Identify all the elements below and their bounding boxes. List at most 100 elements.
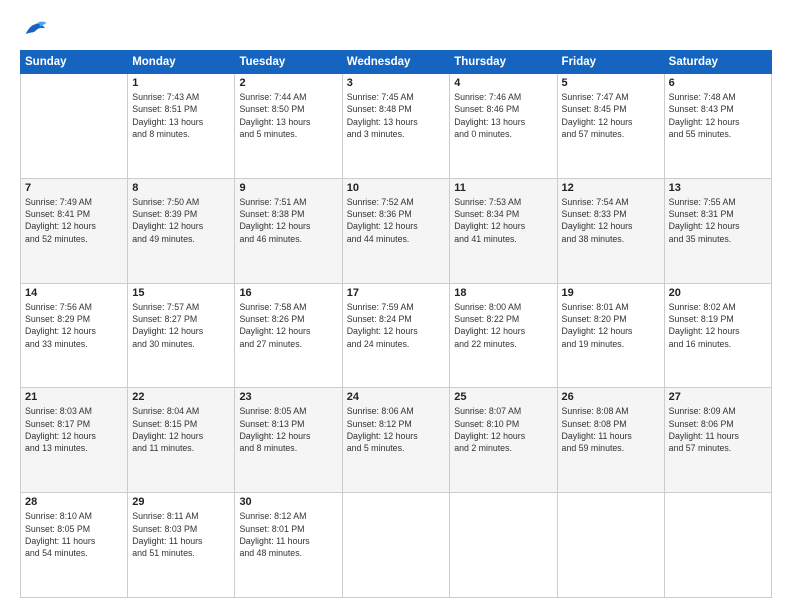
calendar-cell: 23 Sunrise: 8:05 AM Sunset: 8:13 PM Dayli… xyxy=(235,388,342,493)
calendar-cell: 11 Sunrise: 7:53 AM Sunset: 8:34 PM Dayli… xyxy=(450,178,557,283)
calendar-cell: 30 Sunrise: 8:12 AM Sunset: 8:01 PM Dayli… xyxy=(235,493,342,598)
day-number: 30 xyxy=(239,496,337,508)
calendar-cell: 22 Sunrise: 8:04 AM Sunset: 8:15 PM Dayli… xyxy=(128,388,235,493)
day-number: 1 xyxy=(132,77,230,89)
day-number: 21 xyxy=(25,391,123,403)
calendar-cell xyxy=(664,493,771,598)
calendar-cell xyxy=(342,493,450,598)
calendar-cell: 26 Sunrise: 8:08 AM Sunset: 8:08 PM Dayli… xyxy=(557,388,664,493)
day-number: 8 xyxy=(132,182,230,194)
day-number: 29 xyxy=(132,496,230,508)
day-info: Sunrise: 8:12 AM Sunset: 8:01 PM Dayligh… xyxy=(239,510,337,559)
calendar-cell: 25 Sunrise: 8:07 AM Sunset: 8:10 PM Dayli… xyxy=(450,388,557,493)
weekday-header-friday: Friday xyxy=(557,51,664,74)
day-number: 2 xyxy=(239,77,337,89)
day-number: 23 xyxy=(239,391,337,403)
day-info: Sunrise: 8:03 AM Sunset: 8:17 PM Dayligh… xyxy=(25,405,123,454)
calendar-cell: 8 Sunrise: 7:50 AM Sunset: 8:39 PM Daylig… xyxy=(128,178,235,283)
day-info: Sunrise: 7:52 AM Sunset: 8:36 PM Dayligh… xyxy=(347,196,446,245)
day-number: 9 xyxy=(239,182,337,194)
day-info: Sunrise: 7:56 AM Sunset: 8:29 PM Dayligh… xyxy=(25,301,123,350)
day-info: Sunrise: 8:08 AM Sunset: 8:08 PM Dayligh… xyxy=(562,405,660,454)
calendar-cell: 3Sunrise: 7:45 AM Sunset: 8:48 PM Daylig… xyxy=(342,74,450,179)
day-info: Sunrise: 7:46 AM Sunset: 8:46 PM Dayligh… xyxy=(454,91,552,140)
day-info: Sunrise: 8:05 AM Sunset: 8:13 PM Dayligh… xyxy=(239,405,337,454)
day-info: Sunrise: 8:09 AM Sunset: 8:06 PM Dayligh… xyxy=(669,405,767,454)
calendar-cell: 9 Sunrise: 7:51 AM Sunset: 8:38 PM Daylig… xyxy=(235,178,342,283)
day-info: Sunrise: 8:10 AM Sunset: 8:05 PM Dayligh… xyxy=(25,510,123,559)
calendar-cell: 12 Sunrise: 7:54 AM Sunset: 8:33 PM Dayli… xyxy=(557,178,664,283)
calendar-cell: 19Sunrise: 8:01 AM Sunset: 8:20 PM Dayli… xyxy=(557,283,664,388)
day-info: Sunrise: 7:54 AM Sunset: 8:33 PM Dayligh… xyxy=(562,196,660,245)
weekday-header-thursday: Thursday xyxy=(450,51,557,74)
calendar-cell: 7 Sunrise: 7:49 AM Sunset: 8:41 PM Daylig… xyxy=(21,178,128,283)
day-info: Sunrise: 7:49 AM Sunset: 8:41 PM Dayligh… xyxy=(25,196,123,245)
calendar-week-4: 21 Sunrise: 8:03 AM Sunset: 8:17 PM Dayli… xyxy=(21,388,772,493)
day-info: Sunrise: 7:55 AM Sunset: 8:31 PM Dayligh… xyxy=(669,196,767,245)
day-number: 11 xyxy=(454,182,552,194)
calendar-table: SundayMondayTuesdayWednesdayThursdayFrid… xyxy=(20,50,772,598)
calendar-cell: 24 Sunrise: 8:06 AM Sunset: 8:12 PM Dayli… xyxy=(342,388,450,493)
day-info: Sunrise: 8:06 AM Sunset: 8:12 PM Dayligh… xyxy=(347,405,446,454)
day-number: 27 xyxy=(669,391,767,403)
calendar-cell: 5Sunrise: 7:47 AM Sunset: 8:45 PM Daylig… xyxy=(557,74,664,179)
calendar-cell xyxy=(557,493,664,598)
calendar-cell: 10 Sunrise: 7:52 AM Sunset: 8:36 PM Dayli… xyxy=(342,178,450,283)
day-info: Sunrise: 8:00 AM Sunset: 8:22 PM Dayligh… xyxy=(454,301,552,350)
day-number: 24 xyxy=(347,391,446,403)
day-number: 16 xyxy=(239,287,337,299)
weekday-header-wednesday: Wednesday xyxy=(342,51,450,74)
day-number: 12 xyxy=(562,182,660,194)
calendar-cell: 2 Sunrise: 7:44 AM Sunset: 8:50 PM Daylig… xyxy=(235,74,342,179)
logo-bird-icon xyxy=(20,18,48,40)
day-number: 6 xyxy=(669,77,767,89)
weekday-header-tuesday: Tuesday xyxy=(235,51,342,74)
day-number: 15 xyxy=(132,287,230,299)
day-number: 26 xyxy=(562,391,660,403)
calendar-cell: 20 Sunrise: 8:02 AM Sunset: 8:19 PM Dayli… xyxy=(664,283,771,388)
calendar-week-1: 1 Sunrise: 7:43 AM Sunset: 8:51 PM Daylig… xyxy=(21,74,772,179)
day-number: 22 xyxy=(132,391,230,403)
day-number: 7 xyxy=(25,182,123,194)
weekday-header-saturday: Saturday xyxy=(664,51,771,74)
day-number: 19 xyxy=(562,287,660,299)
day-info: Sunrise: 8:11 AM Sunset: 8:03 PM Dayligh… xyxy=(132,510,230,559)
day-info: Sunrise: 8:07 AM Sunset: 8:10 PM Dayligh… xyxy=(454,405,552,454)
page-header xyxy=(20,18,772,40)
weekday-header-row: SundayMondayTuesdayWednesdayThursdayFrid… xyxy=(21,51,772,74)
calendar-cell: 15 Sunrise: 7:57 AM Sunset: 8:27 PM Dayli… xyxy=(128,283,235,388)
calendar-week-2: 7 Sunrise: 7:49 AM Sunset: 8:41 PM Daylig… xyxy=(21,178,772,283)
calendar-week-5: 28 Sunrise: 8:10 AM Sunset: 8:05 PM Dayli… xyxy=(21,493,772,598)
day-info: Sunrise: 8:04 AM Sunset: 8:15 PM Dayligh… xyxy=(132,405,230,454)
day-number: 10 xyxy=(347,182,446,194)
calendar-cell: 29 Sunrise: 8:11 AM Sunset: 8:03 PM Dayli… xyxy=(128,493,235,598)
day-number: 14 xyxy=(25,287,123,299)
day-number: 13 xyxy=(669,182,767,194)
calendar-cell xyxy=(21,74,128,179)
day-number: 17 xyxy=(347,287,446,299)
weekday-header-sunday: Sunday xyxy=(21,51,128,74)
day-info: Sunrise: 7:44 AM Sunset: 8:50 PM Dayligh… xyxy=(239,91,337,140)
calendar-cell: 1 Sunrise: 7:43 AM Sunset: 8:51 PM Daylig… xyxy=(128,74,235,179)
day-info: Sunrise: 7:57 AM Sunset: 8:27 PM Dayligh… xyxy=(132,301,230,350)
day-info: Sunrise: 7:43 AM Sunset: 8:51 PM Dayligh… xyxy=(132,91,230,140)
day-number: 18 xyxy=(454,287,552,299)
logo xyxy=(20,18,52,40)
day-info: Sunrise: 7:50 AM Sunset: 8:39 PM Dayligh… xyxy=(132,196,230,245)
day-info: Sunrise: 7:59 AM Sunset: 8:24 PM Dayligh… xyxy=(347,301,446,350)
day-number: 3 xyxy=(347,77,446,89)
day-info: Sunrise: 7:48 AM Sunset: 8:43 PM Dayligh… xyxy=(669,91,767,140)
calendar-cell: 14 Sunrise: 7:56 AM Sunset: 8:29 PM Dayli… xyxy=(21,283,128,388)
day-info: Sunrise: 7:51 AM Sunset: 8:38 PM Dayligh… xyxy=(239,196,337,245)
day-number: 28 xyxy=(25,496,123,508)
day-number: 20 xyxy=(669,287,767,299)
calendar-cell xyxy=(450,493,557,598)
day-info: Sunrise: 7:53 AM Sunset: 8:34 PM Dayligh… xyxy=(454,196,552,245)
calendar-cell: 4Sunrise: 7:46 AM Sunset: 8:46 PM Daylig… xyxy=(450,74,557,179)
calendar-week-3: 14 Sunrise: 7:56 AM Sunset: 8:29 PM Dayli… xyxy=(21,283,772,388)
calendar-cell: 13 Sunrise: 7:55 AM Sunset: 8:31 PM Dayli… xyxy=(664,178,771,283)
calendar-cell: 16Sunrise: 7:58 AM Sunset: 8:26 PM Dayli… xyxy=(235,283,342,388)
day-info: Sunrise: 8:02 AM Sunset: 8:19 PM Dayligh… xyxy=(669,301,767,350)
day-number: 25 xyxy=(454,391,552,403)
calendar-cell: 18 Sunrise: 8:00 AM Sunset: 8:22 PM Dayli… xyxy=(450,283,557,388)
